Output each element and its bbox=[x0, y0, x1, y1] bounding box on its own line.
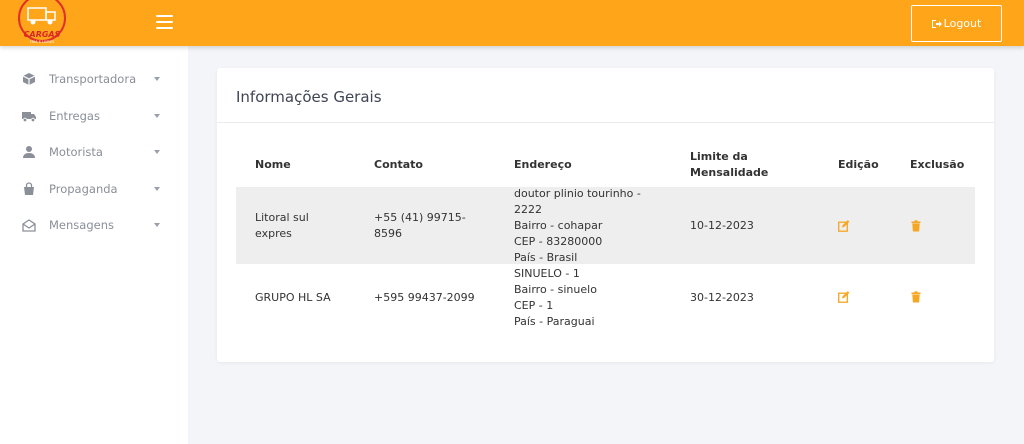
shopping-bag-icon bbox=[24, 182, 34, 195]
sidebar-item-transportadora[interactable]: Transportadora bbox=[0, 64, 188, 94]
cell-contato: +595 99437-2099 bbox=[374, 291, 475, 304]
cell-text: 2222 bbox=[514, 203, 542, 216]
sidebar: Transportadora Entregas Motorista Propag… bbox=[0, 46, 188, 444]
envelope-open-icon bbox=[22, 219, 36, 232]
cell-limite: 10-12-2023 bbox=[690, 219, 754, 232]
cell-endereco: doutor plinio tourinho - 2222 Bairro - c… bbox=[514, 186, 641, 266]
cargas-logo[interactable]: CARGAS FRIA E LIVRES bbox=[18, 0, 66, 46]
column-header-endereco: Endereço bbox=[514, 158, 572, 171]
sidebar-item-propaganda[interactable]: Propaganda bbox=[0, 174, 188, 204]
user-icon bbox=[23, 146, 35, 158]
cell-text: +55 (41) 99715- bbox=[374, 211, 466, 224]
box-icon bbox=[22, 73, 36, 85]
cell-text: SINUELO - 1 bbox=[514, 267, 580, 280]
chevron-down-icon bbox=[154, 114, 160, 118]
page-title: Informações Gerais bbox=[236, 88, 382, 106]
chevron-down-icon bbox=[154, 187, 160, 191]
chevron-down-icon bbox=[154, 150, 160, 154]
svg-text:CARGAS: CARGAS bbox=[24, 30, 61, 39]
cell-limite: 30-12-2023 bbox=[690, 291, 754, 304]
top-navbar: CARGAS FRIA E LIVRES Logout bbox=[0, 0, 1024, 46]
sidebar-item-entregas[interactable]: Entregas bbox=[0, 101, 188, 131]
cell-endereco: SINUELO - 1 Bairro - sinuelo CEP - 1 Paí… bbox=[514, 266, 597, 330]
sign-out-icon bbox=[931, 19, 942, 28]
menu-toggle-button[interactable] bbox=[156, 15, 173, 29]
sidebar-item-label: Mensagens bbox=[49, 218, 114, 232]
sidebar-item-mensagens[interactable]: Mensagens bbox=[0, 210, 188, 240]
cell-text: País - Paraguai bbox=[514, 315, 595, 328]
trash-icon[interactable] bbox=[910, 220, 922, 232]
cell-text: Litoral sul bbox=[255, 211, 309, 224]
logout-button[interactable]: Logout bbox=[911, 5, 1002, 42]
sidebar-item-label: Transportadora bbox=[49, 72, 137, 86]
cell-nome: Litoral sul expres bbox=[255, 210, 309, 242]
divider bbox=[217, 122, 994, 123]
cell-text: CEP - 83280000 bbox=[514, 235, 603, 248]
edit-icon[interactable] bbox=[838, 220, 850, 232]
sidebar-item-label: Entregas bbox=[49, 109, 100, 123]
column-header-limite-line2: Mensalidade bbox=[690, 166, 769, 179]
chevron-down-icon bbox=[154, 77, 160, 81]
svg-text:FRIA E LIVRES: FRIA E LIVRES bbox=[30, 40, 55, 44]
hamburger-line bbox=[156, 21, 173, 23]
sidebar-item-label: Motorista bbox=[49, 145, 103, 159]
column-header-edicao: Edição bbox=[838, 158, 879, 171]
cell-text: expres bbox=[255, 227, 292, 240]
column-header-contato: Contato bbox=[374, 158, 423, 171]
edit-icon[interactable] bbox=[838, 291, 850, 303]
cell-text: 8596 bbox=[374, 227, 402, 240]
hamburger-line bbox=[156, 15, 173, 17]
column-header-nome: Nome bbox=[255, 158, 291, 171]
table-row bbox=[236, 264, 975, 341]
cell-text: doutor plinio tourinho - bbox=[514, 187, 641, 200]
sidebar-item-label: Propaganda bbox=[49, 182, 118, 196]
truck-icon bbox=[22, 112, 36, 123]
cell-text: Bairro - sinuelo bbox=[514, 283, 597, 296]
cell-contato: +55 (41) 99715- 8596 bbox=[374, 210, 466, 242]
trash-icon[interactable] bbox=[910, 291, 922, 303]
sidebar-item-motorista[interactable]: Motorista bbox=[0, 137, 188, 167]
hamburger-line bbox=[156, 27, 173, 29]
chevron-down-icon bbox=[154, 223, 160, 227]
info-card: Informações Gerais Nome Contato Endereço… bbox=[217, 68, 994, 362]
cell-text: CEP - 1 bbox=[514, 299, 554, 312]
cell-text: Bairro - cohapar bbox=[514, 219, 603, 232]
cell-nome: GRUPO HL SA bbox=[255, 291, 331, 304]
column-header-limite-line1: Limite da bbox=[690, 150, 748, 163]
logout-label: Logout bbox=[943, 17, 982, 30]
column-header-exclusao: Exclusão bbox=[910, 158, 965, 171]
column-header-limite: Limite da Mensalidade bbox=[690, 149, 768, 181]
